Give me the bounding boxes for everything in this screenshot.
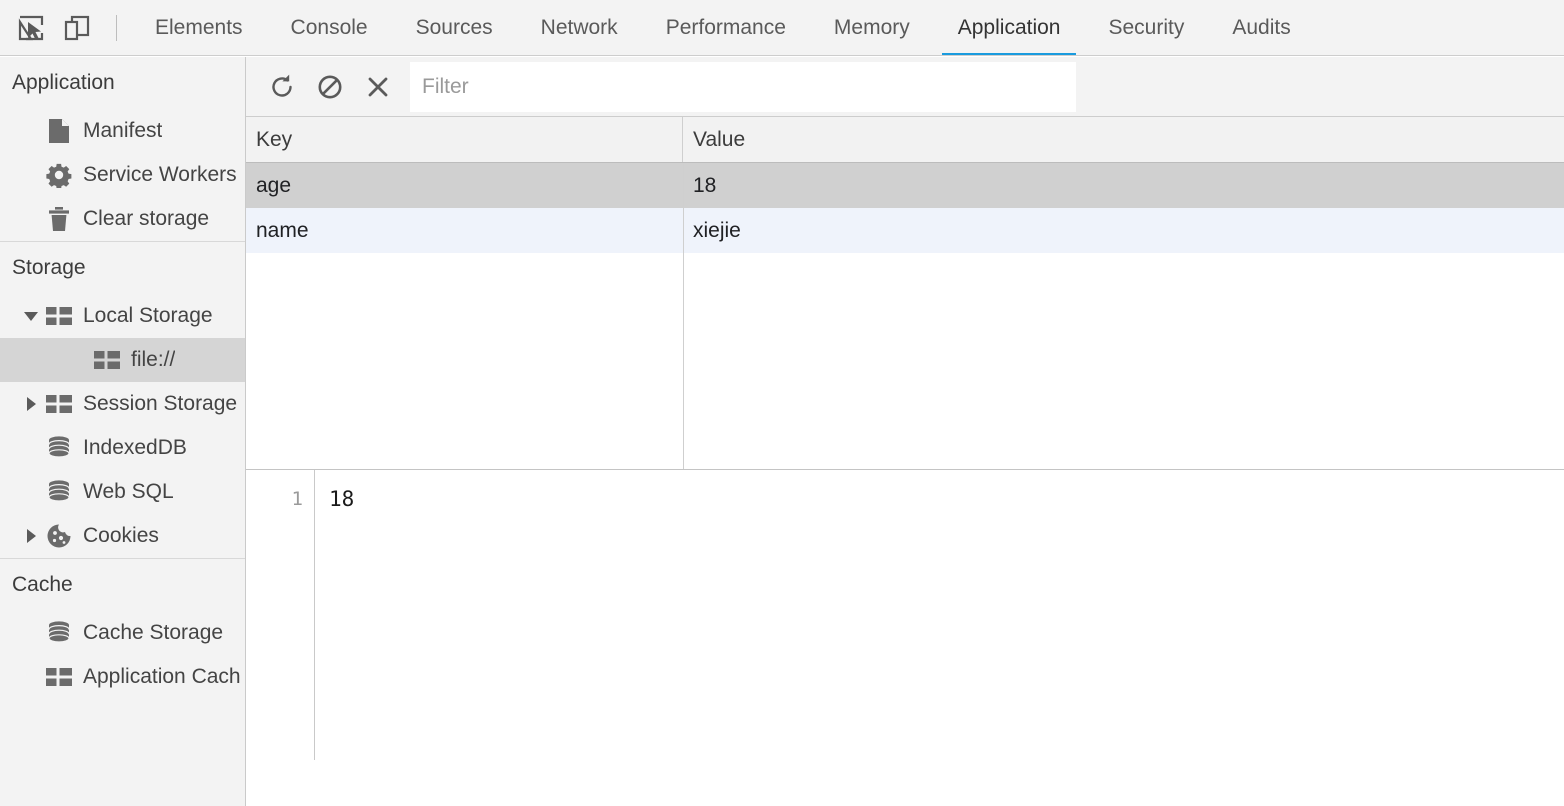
table-grid-icon <box>44 306 74 326</box>
sidebar-item-label: Session Storage <box>83 392 238 415</box>
tab-console[interactable]: Console <box>267 0 392 55</box>
database-icon <box>44 479 74 505</box>
cell-key[interactable]: age <box>246 163 683 208</box>
filter-input[interactable] <box>410 61 1076 112</box>
sidebar-item-manifest[interactable]: Manifest <box>0 109 245 153</box>
preview-content[interactable]: 18 <box>315 470 1564 760</box>
table-grid-icon <box>44 667 74 687</box>
device-toolbar-icon[interactable] <box>54 6 100 50</box>
toolbar-divider <box>116 14 117 41</box>
sidebar-item-application-cache[interactable]: Application Cache <box>0 655 245 699</box>
sidebar-item-service-workers[interactable]: Service Workers <box>0 153 245 197</box>
sidebar-item-label: Web SQL <box>83 480 174 503</box>
grid-column-divider[interactable] <box>683 163 684 469</box>
value-preview-pane: 1 18 <box>246 469 1564 760</box>
table-row[interactable]: name xiejie <box>246 208 1564 253</box>
devtools-tabbar: Elements Console Sources Network Perform… <box>0 0 1564 56</box>
devtools-window: Elements Console Sources Network Perform… <box>0 0 1564 806</box>
tab-label: Console <box>290 15 368 39</box>
cell-value[interactable]: xiejie <box>683 208 1564 253</box>
sidebar-item-label: Cookies <box>83 524 159 547</box>
sidebar-item-label: Manifest <box>83 119 163 142</box>
storage-toolbar <box>246 57 1564 117</box>
tab-label: Sources <box>415 15 493 39</box>
tab-elements[interactable]: Elements <box>131 0 267 55</box>
local-storage-panel: Key Value age 18 name xiejie 1 18 <box>246 57 1564 806</box>
delete-selected-icon[interactable] <box>354 65 402 109</box>
refresh-icon[interactable] <box>258 65 306 109</box>
tab-application[interactable]: Application <box>934 0 1085 55</box>
gear-icon <box>44 162 74 188</box>
sidebar-item-label: Clear storage <box>83 207 210 230</box>
cookie-icon <box>44 523 74 549</box>
sidebar-item-label: Cache Storage <box>83 621 224 644</box>
sidebar-item-web-sql[interactable]: Web SQL <box>0 470 245 514</box>
tab-label: Performance <box>665 15 786 39</box>
tab-label: Network <box>540 15 618 39</box>
column-header-value[interactable]: Value <box>683 117 1564 162</box>
sidebar-item-label: Local Storage <box>83 304 213 327</box>
document-icon <box>44 118 74 144</box>
table-row[interactable]: age 18 <box>246 163 1564 208</box>
sidebar-section-application: Application Manifest Service Workers Cle… <box>0 57 245 241</box>
sidebar-section-title: Application <box>12 71 115 94</box>
clear-all-icon[interactable] <box>306 65 354 109</box>
tab-performance[interactable]: Performance <box>642 0 810 55</box>
sidebar-item-cache-storage[interactable]: Cache Storage <box>0 611 245 655</box>
trash-icon <box>44 206 74 232</box>
sidebar-item-label: IndexedDB <box>83 436 187 459</box>
tab-label: Security <box>1108 15 1185 39</box>
tab-audits[interactable]: Audits <box>1208 0 1314 55</box>
grid-header-row: Key Value <box>246 117 1564 163</box>
sidebar-section-title: Cache <box>12 573 73 596</box>
sidebar-section-cache: Cache Cache Storage Application Cache <box>0 558 245 699</box>
database-icon <box>44 435 74 461</box>
chevron-down-icon[interactable] <box>18 309 44 323</box>
sidebar-item-clear-storage[interactable]: Clear storage <box>0 197 245 241</box>
sidebar-item-label: file:// <box>131 348 176 371</box>
preview-line: 18 <box>329 487 355 511</box>
sidebar-section-title: Storage <box>12 256 86 279</box>
sidebar-item-local-storage[interactable]: Local Storage <box>0 294 245 338</box>
tab-label: Application <box>957 15 1061 39</box>
sidebar-section-storage: Storage Local Storage file:// Session St… <box>0 241 245 558</box>
tab-sources[interactable]: Sources <box>392 0 517 55</box>
sidebar-item-indexeddb[interactable]: IndexedDB <box>0 426 245 470</box>
sidebar-item-label: Application Cache <box>83 665 241 688</box>
tab-network[interactable]: Network <box>517 0 642 55</box>
chevron-right-icon[interactable] <box>18 396 44 412</box>
tab-security[interactable]: Security <box>1084 0 1208 55</box>
chevron-right-icon[interactable] <box>18 528 44 544</box>
table-grid-icon <box>44 394 74 414</box>
sidebar-item-session-storage[interactable]: Session Storage <box>0 382 245 426</box>
tab-label: Audits <box>1232 15 1291 39</box>
cell-key[interactable]: name <box>246 208 683 253</box>
database-icon <box>44 620 74 646</box>
tab-memory[interactable]: Memory <box>810 0 934 55</box>
column-header-key[interactable]: Key <box>246 117 683 162</box>
cell-value[interactable]: 18 <box>683 163 1564 208</box>
tab-label: Elements <box>155 15 243 39</box>
line-number-gutter: 1 <box>246 470 315 760</box>
application-sidebar: Application Manifest Service Workers Cle… <box>0 57 246 806</box>
inspect-cursor-icon[interactable] <box>8 6 54 50</box>
storage-data-grid: Key Value age 18 name xiejie <box>246 117 1564 469</box>
tab-label: Memory <box>833 15 910 39</box>
sidebar-item-label: Service Workers <box>83 163 237 186</box>
line-number: 1 <box>291 488 303 510</box>
sidebar-item-file-origin[interactable]: file:// <box>0 338 245 382</box>
sidebar-item-cookies[interactable]: Cookies <box>0 514 245 558</box>
table-grid-icon <box>92 350 122 370</box>
